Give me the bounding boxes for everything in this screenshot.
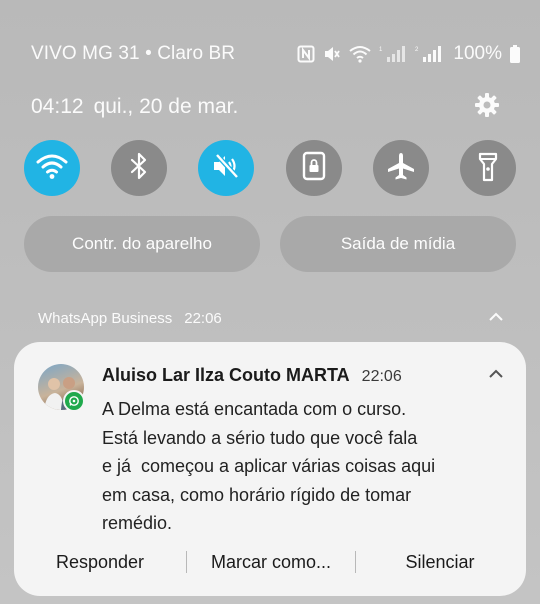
airplane-icon	[386, 151, 416, 186]
app-name: WhatsApp Business	[38, 309, 173, 327]
rotation-lock-toggle[interactable]	[285, 140, 342, 196]
mute-button[interactable]: Silenciar	[356, 552, 524, 573]
message-line: A Delma está encantada com o curso.	[102, 399, 407, 419]
mute-icon	[323, 45, 341, 63]
carrier-label: VIVO MG 31 • Claro BR	[31, 43, 236, 64]
message-time: 22:06	[361, 367, 402, 385]
mute-icon	[211, 151, 241, 186]
message-line: remédio.	[102, 513, 173, 533]
pill-row: Contr. do aparelho Saída de mídia	[24, 216, 516, 272]
message-line: Está levando a sério tudo que você fala	[102, 427, 418, 448]
avatar	[38, 364, 85, 412]
mark-as-read-button[interactable]: Marcar como...	[187, 552, 355, 573]
reply-button[interactable]: Responder	[14, 552, 186, 573]
notification-app-header: WhatsApp Business 22:06	[38, 306, 504, 330]
battery-text: 100%	[453, 43, 502, 64]
datetime-row: 04:12 qui., 20 de mar.	[31, 92, 500, 122]
status-icons: 1 2 100%	[297, 43, 520, 65]
collapse-group-chevron-icon[interactable]	[488, 309, 504, 327]
bluetooth-toggle[interactable]	[111, 140, 168, 196]
app-time: 22:06	[184, 309, 222, 327]
clock-date: qui., 20 de mar.	[93, 95, 239, 118]
wifi-icon	[36, 152, 68, 185]
wifi-toggle[interactable]	[24, 140, 80, 196]
quick-settings-row	[24, 140, 516, 196]
airplane-toggle[interactable]	[372, 140, 429, 196]
app-header-left: WhatsApp Business 22:06	[38, 310, 222, 327]
flashlight-toggle[interactable]	[459, 140, 516, 196]
collapse-chevron-icon[interactable]	[488, 366, 504, 384]
media-output-button[interactable]: Saída de mídia	[280, 216, 516, 272]
svg-text:2: 2	[415, 47, 419, 53]
notification-actions: Responder Marcar como... Silenciar	[14, 548, 526, 576]
message-line: em casa, como horário rígido de tomar	[102, 484, 412, 505]
sender: Aluiso Lar Ilza Couto MARTA 22:06	[102, 365, 402, 386]
sound-toggle[interactable]	[198, 140, 255, 196]
gear-icon[interactable]	[474, 92, 500, 123]
bluetooth-icon	[128, 151, 150, 186]
message-body: A Delma está encantada com o curso. Está…	[102, 395, 512, 538]
notification-card[interactable]: Aluiso Lar Ilza Couto MARTA 22:06 A Delm…	[14, 342, 526, 596]
message-line: e já começou a aplicar várias coisas aqu…	[102, 456, 436, 476]
device-control-button[interactable]: Contr. do aparelho	[24, 216, 260, 272]
sender-name: Aluiso Lar Ilza Couto MARTA	[102, 364, 350, 385]
flashlight-icon	[476, 150, 500, 187]
signal-icon-sim1: 1	[379, 45, 407, 63]
whatsapp-badge-icon	[63, 390, 85, 412]
clock-time: 04:12	[31, 95, 84, 118]
nfc-icon	[297, 45, 315, 63]
status-bar: VIVO MG 31 • Claro BR 1 2 100%	[31, 40, 520, 68]
portrait-lock-icon	[302, 151, 326, 186]
signal-icon-sim2: 2	[415, 45, 443, 63]
sender-row: Aluiso Lar Ilza Couto MARTA 22:06	[102, 362, 504, 388]
wifi-icon	[349, 45, 372, 63]
battery-icon	[510, 45, 520, 63]
svg-text:1: 1	[379, 47, 383, 53]
datetime: 04:12 qui., 20 de mar.	[31, 95, 238, 119]
